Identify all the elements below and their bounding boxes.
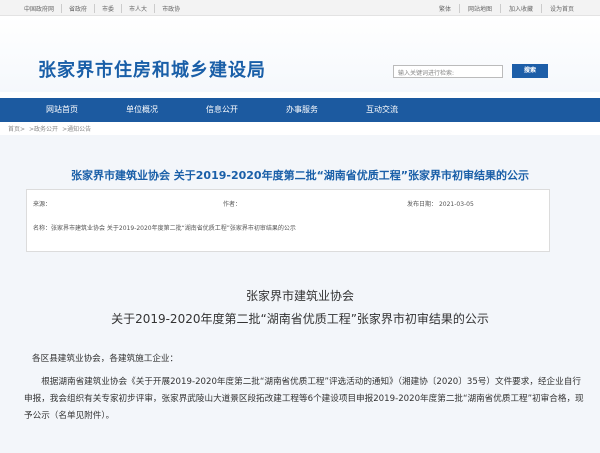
- link-city-cppcc[interactable]: 市政协: [155, 4, 187, 13]
- breadcrumb: 首页> >政务公开 >通知公告: [0, 122, 600, 135]
- article-salutation: 各区县建筑业协会，各建筑施工企业：: [32, 354, 179, 364]
- breadcrumb-home[interactable]: 首页>: [8, 126, 25, 133]
- top-right-links: 繁体 网站地图 加入收藏 设为首页: [431, 4, 582, 13]
- meta-date: 发布日期： 2021-03-05: [407, 199, 474, 208]
- meta-author-label: 作者：: [223, 201, 242, 208]
- search-input[interactable]: 输入关键词进行检索:: [393, 65, 503, 78]
- link-gov[interactable]: 中国政府网: [24, 4, 63, 13]
- meta-source-label: 来源：: [33, 201, 52, 208]
- meta-name-label: 名称：: [33, 225, 52, 232]
- top-left-links: 中国政府网 省政府 市委 市人大 市政协: [24, 4, 187, 13]
- link-homepage[interactable]: 设为首页: [542, 4, 582, 13]
- article-paragraph: 根据湖南省建筑业协会《关于开展2019-2020年度第二批“湖南省优质工程”评选…: [24, 377, 584, 421]
- body-title-line1: 张家界市建筑业协会: [245, 289, 354, 303]
- meta-name-row: 名称：张家界市建筑业协会 关于2019-2020年度第二批“湖南省优质工程”张家…: [33, 223, 296, 232]
- site-title[interactable]: 张家界市住房和城乡建设局: [38, 56, 266, 82]
- meta-date-label: 发布日期：: [407, 201, 438, 208]
- link-city-committee[interactable]: 市委: [95, 4, 123, 13]
- article-title: 张家界市建筑业协会 关于2019-2020年度第二批“湖南省优质工程”张家界市初…: [70, 169, 530, 182]
- article-meta-box: 来源： 作者： 发布日期： 2021-03-05 名称：张家界市建筑业协会 关于…: [26, 189, 550, 252]
- link-favorite[interactable]: 加入收藏: [501, 4, 542, 13]
- breadcrumb-notices[interactable]: >通知公告: [62, 126, 91, 133]
- link-traditional[interactable]: 繁体: [431, 4, 460, 13]
- nav-item-home[interactable]: 网站首页: [22, 98, 102, 122]
- link-city-congress[interactable]: 市人大: [122, 4, 156, 13]
- nav-item-overview[interactable]: 单位概况: [102, 98, 182, 122]
- article-area: 张家界市建筑业协会 关于2019-2020年度第二批“湖南省优质工程”张家界市初…: [0, 135, 600, 453]
- site-header: 张家界市住房和城乡建设局 输入关键词进行检索: 搜索: [0, 16, 600, 92]
- main-nav: 网站首页 单位概况 信息公开 办事服务 互动交流: [0, 98, 600, 122]
- link-province[interactable]: 省政府: [62, 4, 96, 13]
- breadcrumb-public[interactable]: >政务公开: [29, 126, 58, 133]
- search-button[interactable]: 搜索: [512, 64, 548, 78]
- nav-item-info[interactable]: 信息公开: [182, 98, 262, 122]
- body-title-line2: 关于2019-2020年度第二批“湖南省优质工程”张家界市初审结果的公示: [111, 312, 489, 326]
- top-utility-bar: 中国政府网 省政府 市委 市人大 市政协 繁体 网站地图 加入收藏 设为首页: [0, 0, 600, 16]
- nav-item-services[interactable]: 办事服务: [262, 98, 342, 122]
- meta-date-value: 2021-03-05: [438, 201, 474, 208]
- meta-name-value: 张家界市建筑业协会 关于2019-2020年度第二批“湖南省优质工程”张家界市初…: [51, 225, 296, 232]
- link-sitemap[interactable]: 网站地图: [460, 4, 501, 13]
- nav-item-interaction[interactable]: 互动交流: [342, 98, 422, 122]
